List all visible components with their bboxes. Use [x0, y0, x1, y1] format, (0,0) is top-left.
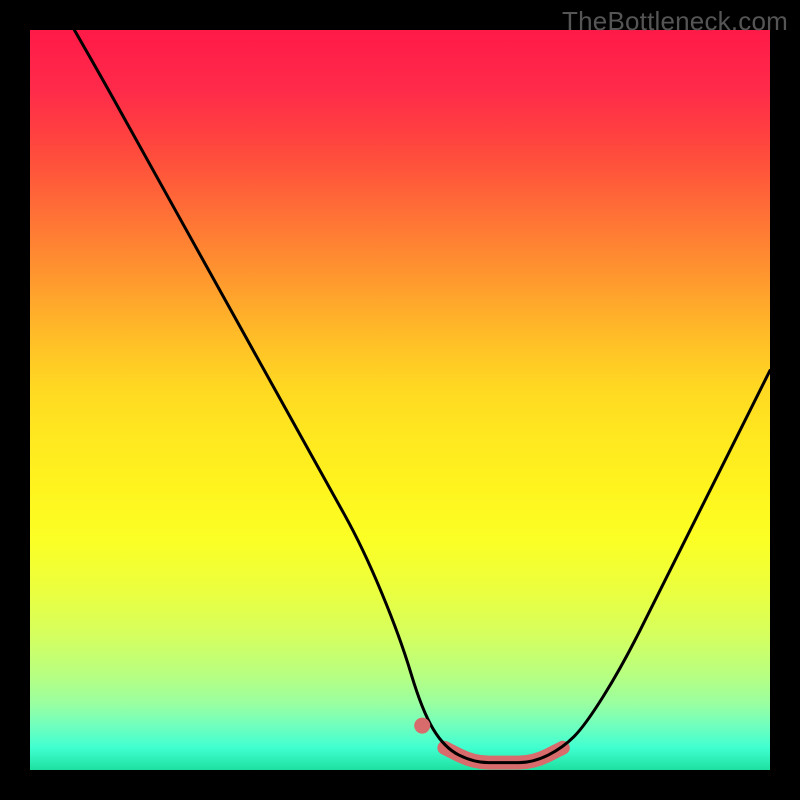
main-curve — [74, 30, 770, 763]
marker-dot-group — [414, 718, 430, 734]
chart-plot-area — [30, 30, 770, 770]
watermark-label: TheBottleneck.com — [562, 6, 788, 37]
chart-frame: TheBottleneck.com — [0, 0, 800, 800]
bottleneck-curve-line — [74, 30, 770, 763]
chart-svg — [30, 30, 770, 770]
marker-dot — [414, 718, 430, 734]
